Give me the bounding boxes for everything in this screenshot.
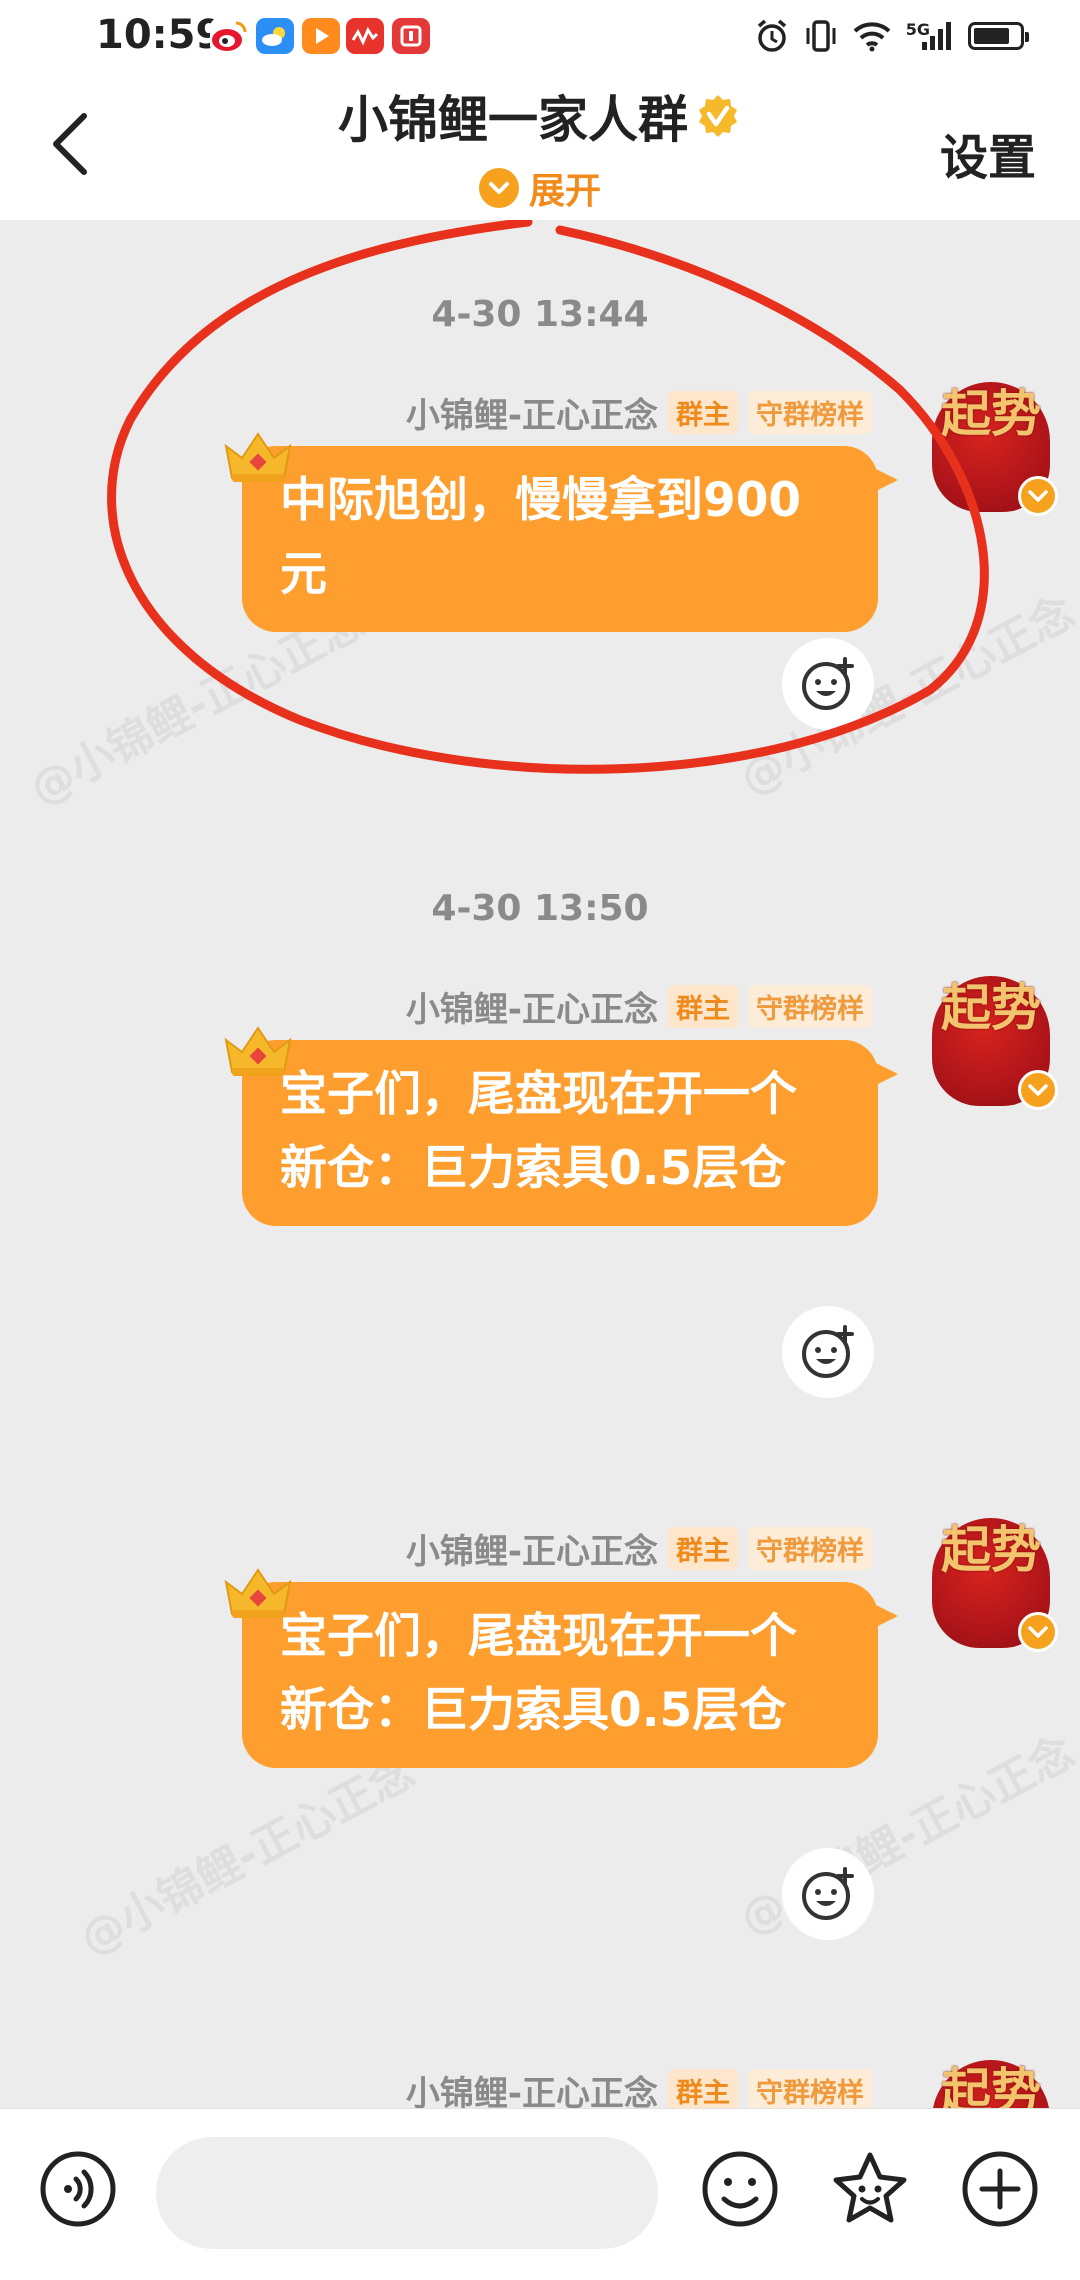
- more-button[interactable]: [958, 2147, 1042, 2231]
- avatar[interactable]: 起势: [932, 2060, 1050, 2108]
- sender-row: 小锦鲤-正心正念 群主 守群榜样: [406, 982, 872, 1031]
- message-timestamp: 4-30 13:50: [431, 888, 649, 929]
- message-bubble[interactable]: 宝子们，尾盘现在开一个新仓：巨力索具0.5层仓: [242, 1040, 898, 1226]
- input-bar: [0, 2108, 1080, 2280]
- emoji-button[interactable]: [698, 2147, 782, 2231]
- voice-button[interactable]: [36, 2147, 120, 2231]
- sender-name[interactable]: 小锦鲤-正心正念: [406, 388, 658, 437]
- owner-tag: 群主: [668, 390, 738, 434]
- watermark: @小锦鲤-正心正念: [71, 1746, 423, 1966]
- expand-toggle[interactable]: 展开: [0, 162, 1080, 214]
- crown-icon: [224, 1568, 292, 1618]
- plus-icon: [962, 2151, 1038, 2227]
- vibrate-icon: [804, 18, 838, 54]
- verified-badge-icon: [1018, 1612, 1058, 1652]
- avatar-text: 起势: [941, 978, 1041, 1037]
- sender-row: 小锦鲤-正心正念 群主 守群榜样: [406, 388, 872, 437]
- status-indicators: 5G: [754, 14, 1029, 58]
- expand-label: 展开: [528, 171, 601, 212]
- title-wrap: 小锦鲤一家人群: [0, 80, 1080, 152]
- add-reaction-button[interactable]: [782, 638, 874, 730]
- add-reaction-button[interactable]: [782, 1306, 874, 1398]
- verified-badge-icon: [699, 95, 737, 137]
- emoji-icon: [702, 2151, 778, 2227]
- add-reaction-button[interactable]: [782, 1848, 874, 1940]
- battery-icon: [968, 22, 1029, 50]
- owner-tag: 群主: [668, 2068, 738, 2108]
- sender-name[interactable]: 小锦鲤-正心正念: [406, 2066, 658, 2109]
- sender-name[interactable]: 小锦鲤-正心正念: [406, 1524, 658, 1573]
- sticker-button[interactable]: [828, 2147, 912, 2231]
- sender-row: 小锦鲤-正心正念 群主 守群榜样: [406, 1524, 872, 1573]
- news-icon: [392, 18, 430, 54]
- crown-icon: [224, 432, 292, 482]
- add-reaction-icon: [802, 657, 854, 710]
- sender-name[interactable]: 小锦鲤-正心正念: [406, 982, 658, 1031]
- avatar[interactable]: 起势: [932, 382, 1058, 516]
- video-icon: [302, 18, 340, 54]
- verified-badge-icon: [1018, 1070, 1058, 1110]
- owner-tag: 群主: [668, 1526, 738, 1570]
- avatar-text: 起势: [941, 1520, 1041, 1579]
- wifi-icon: [852, 20, 892, 52]
- role-tag: 守群榜样: [748, 984, 872, 1028]
- verified-badge-icon: [1018, 476, 1058, 516]
- avatar-text: 起势: [941, 384, 1041, 443]
- message-bubble[interactable]: 宝子们，尾盘现在开一个新仓：巨力索具0.5层仓: [242, 1582, 898, 1768]
- avatar[interactable]: 起势: [932, 1518, 1058, 1652]
- settings-button[interactable]: 设置: [940, 118, 1036, 188]
- avatar[interactable]: 起势: [932, 976, 1058, 1110]
- alarm-icon: [754, 18, 790, 54]
- add-reaction-icon: [802, 1325, 854, 1378]
- status-bar: 10:59 5G: [0, 0, 1080, 72]
- group-title: 小锦鲤一家人群: [338, 91, 688, 149]
- chevron-down-icon: [478, 168, 519, 208]
- message-timestamp: 4-30 13:44: [431, 294, 649, 335]
- weather-icon: [256, 18, 294, 54]
- music-icon: [346, 18, 384, 54]
- message-bubble[interactable]: 中际旭创，慢慢拿到900元: [242, 446, 898, 632]
- role-tag: 守群榜样: [748, 390, 872, 434]
- role-tag: 守群榜样: [748, 1526, 872, 1570]
- add-reaction-icon: [802, 1867, 854, 1920]
- role-tag: 守群榜样: [748, 2068, 872, 2108]
- crown-icon: [224, 1026, 292, 1076]
- sender-row: 小锦鲤-正心正念 群主 守群榜样: [406, 2068, 872, 2108]
- voice-icon: [40, 2151, 116, 2227]
- chat-header: 小锦鲤一家人群 展开 设置: [0, 72, 1080, 220]
- signal-icon: 5G: [906, 20, 954, 52]
- owner-tag: 群主: [668, 984, 738, 1028]
- battery-fill: [974, 28, 1010, 44]
- chat-messages[interactable]: @小锦鲤-正心正念 @小锦鲤-正心正念 @小锦鲤-正心正念 @小锦鲤-正心正念 …: [0, 220, 1080, 2108]
- avatar-text: 起势: [941, 2062, 1041, 2109]
- weibo-icon: [210, 18, 248, 54]
- sticker-icon: [833, 2152, 907, 2223]
- status-time: 10:59: [96, 12, 224, 58]
- message-input[interactable]: [156, 2137, 658, 2249]
